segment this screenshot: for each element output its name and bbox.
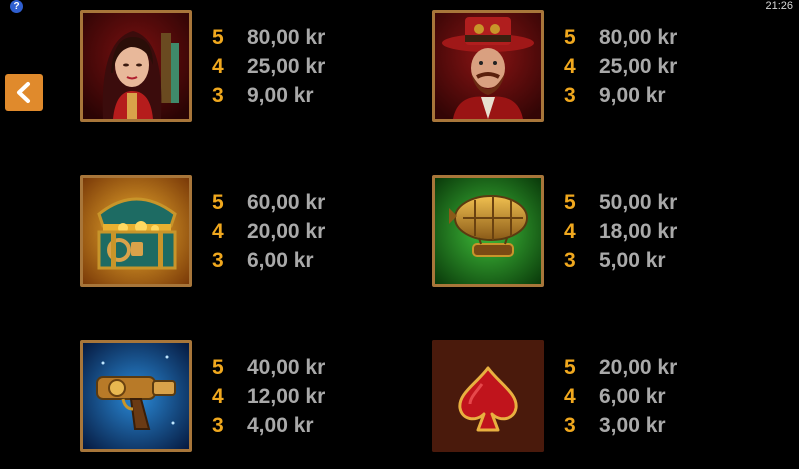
pay-row: 5 80,00 kr [564,23,724,52]
pay-count: 5 [564,26,576,49]
pay-count: 4 [212,385,224,408]
pay-row: 5 40,00 kr [212,353,372,382]
pay-amount: 6,00 kr [247,249,314,272]
back-button[interactable] [5,74,43,111]
pay-count: 5 [564,191,576,214]
pay-count: 4 [212,55,224,78]
pay-row: 4 20,00 kr [212,217,372,246]
pay-count: 3 [564,84,576,107]
pay-amount: 9,00 kr [599,84,666,107]
chevron-left-icon [17,82,30,103]
clock: 21:26 [765,0,793,12]
pay-count: 3 [212,249,224,272]
pay-amount: 50,00 kr [599,191,678,214]
pay-count: 4 [564,55,576,78]
pay-row: 3 4,00 kr [212,411,372,440]
pay-row: 4 6,00 kr [564,382,724,411]
pay-row: 4 25,00 kr [212,52,372,81]
pay-row: 4 25,00 kr [564,52,724,81]
pay-count: 3 [212,414,224,437]
pay-row: 5 50,00 kr [564,188,724,217]
pay-amount: 20,00 kr [247,220,326,243]
pay-row: 4 18,00 kr [564,217,724,246]
paytable-captain: 5 80,00 kr 4 25,00 kr 3 9,00 kr [564,23,724,110]
pay-count: 4 [212,220,224,243]
pay-count: 5 [212,356,224,379]
airship-icon [432,175,544,287]
pay-count: 4 [564,385,576,408]
pay-count: 4 [564,220,576,243]
pay-amount: 4,00 kr [247,414,314,437]
pay-row: 4 12,00 kr [212,382,372,411]
pay-amount: 25,00 kr [247,55,326,78]
ray-gun-icon [80,340,192,452]
pay-count: 3 [564,414,576,437]
pay-count: 5 [212,26,224,49]
pay-count: 3 [564,249,576,272]
pay-row: 5 60,00 kr [212,188,372,217]
pay-amount: 40,00 kr [247,356,326,379]
paytable-airship: 5 50,00 kr 4 18,00 kr 3 5,00 kr [564,188,724,275]
pay-row: 3 9,00 kr [564,81,724,110]
pay-row: 5 20,00 kr [564,353,724,382]
paytable-treasure-chest: 5 60,00 kr 4 20,00 kr 3 6,00 kr [212,188,372,275]
pay-amount: 18,00 kr [599,220,678,243]
help-icon[interactable]: ? [10,0,23,13]
pay-amount: 20,00 kr [599,356,678,379]
paytable-lady: 5 80,00 kr 4 25,00 kr 3 9,00 kr [212,23,372,110]
pay-amount: 60,00 kr [247,191,326,214]
pay-amount: 25,00 kr [599,55,678,78]
pay-amount: 5,00 kr [599,249,666,272]
pay-row: 3 9,00 kr [212,81,372,110]
pay-amount: 12,00 kr [247,385,326,408]
paytable-ray-gun: 5 40,00 kr 4 12,00 kr 3 4,00 kr [212,353,372,440]
pay-count: 3 [212,84,224,107]
pay-amount: 80,00 kr [599,26,678,49]
pay-row: 3 3,00 kr [564,411,724,440]
pay-amount: 9,00 kr [247,84,314,107]
spade-icon [432,340,544,452]
captain-portrait-icon [432,10,544,122]
lady-portrait-icon [80,10,192,122]
pay-row: 5 80,00 kr [212,23,372,52]
pay-amount: 80,00 kr [247,26,326,49]
pay-count: 5 [564,356,576,379]
pay-amount: 3,00 kr [599,414,666,437]
pay-row: 3 5,00 kr [564,246,724,275]
pay-row: 3 6,00 kr [212,246,372,275]
pay-amount: 6,00 kr [599,385,666,408]
pay-count: 5 [212,191,224,214]
paytable-spade: 5 20,00 kr 4 6,00 kr 3 3,00 kr [564,353,724,440]
treasure-chest-icon [80,175,192,287]
